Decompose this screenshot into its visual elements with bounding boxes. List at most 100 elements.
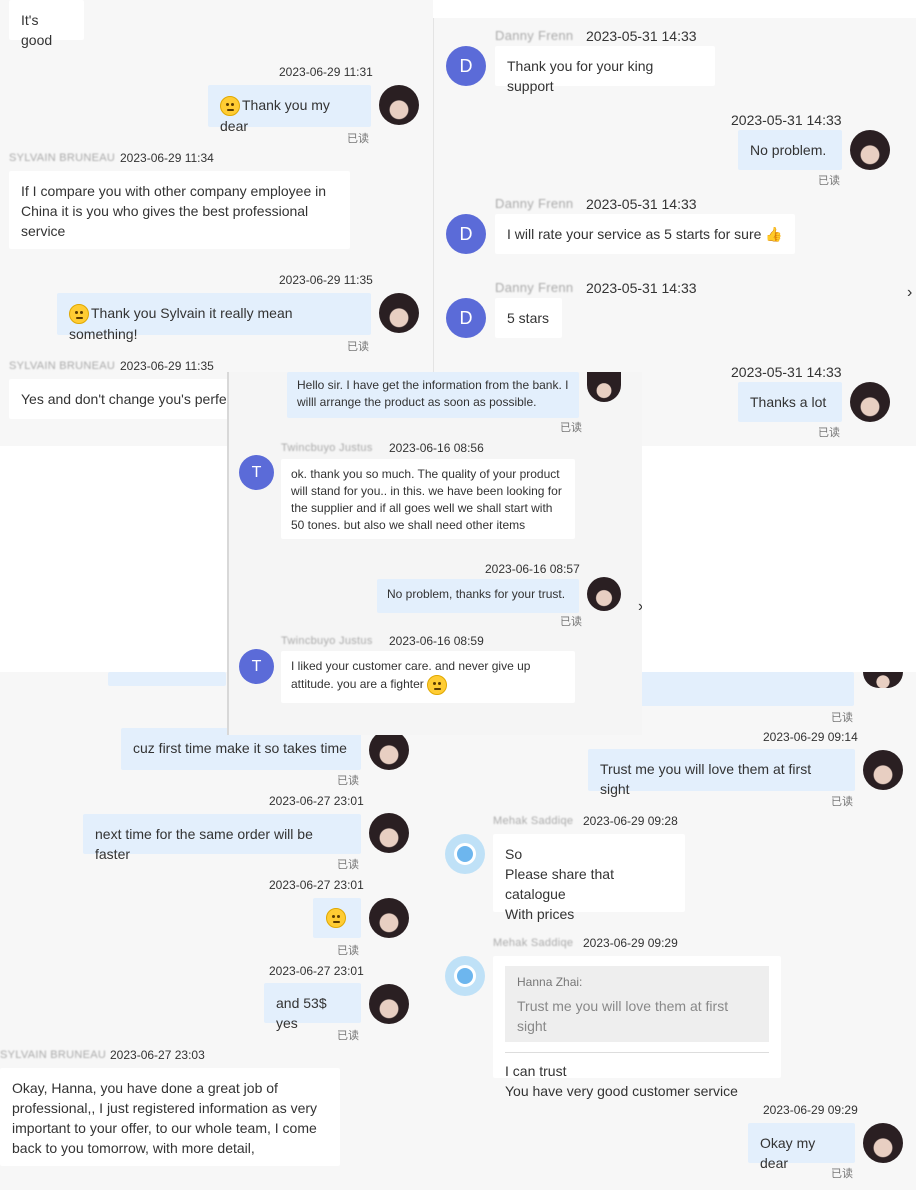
message-timestamp: 2023-06-27 23:01 [269,794,364,808]
message-bubble: and 53$ yes [264,983,361,1031]
sender-name: Danny Frenn [495,196,574,211]
avatar [369,898,409,938]
avatar [445,834,485,874]
message-text: It's good [21,12,53,48]
sender-name: SYLVAIN BRUNEAU [0,1049,107,1061]
message-timestamp: 2023-05-31 14:33 [586,196,697,212]
message-text: Trust me you will love them at first sig… [600,761,812,797]
message-bubble [640,672,854,706]
read-status: 已读 [347,341,369,353]
avatar [445,956,485,996]
sender-name: Twincbuyo Justus [281,442,373,454]
message-text: 5 stars [507,310,550,326]
sender-name: Danny Frenn [495,280,574,295]
message-text: Thank you for your king support [507,58,654,94]
message-text: Yes and don't change you's perfec [21,391,234,407]
message-text: ok. thank you so much. The quality of yo… [291,467,562,532]
message-bubble: Thank you my dear [208,85,371,134]
message-timestamp: 2023-06-29 09:29 [763,1103,858,1117]
message-line: Please share that catalogue [505,866,614,902]
avatar [379,85,419,125]
avatar [863,1123,903,1163]
chevron-right-icon[interactable]: › [638,598,642,616]
message-timestamp: 2023-06-16 08:59 [389,634,484,648]
read-status: 已读 [337,775,359,787]
message-bubble: So Please share that catalogue With pric… [493,834,685,922]
avatar [863,672,903,688]
avatar [369,730,409,770]
message-text: Okay, Hanna, you have done a great job o… [12,1080,318,1156]
avatar: D [446,46,486,86]
sender-name: Mehak Saddiqe [493,937,574,949]
message-bubble: Thank you for your king support [495,46,715,94]
read-status: 已读 [818,427,840,439]
message-bubble: next time for the same order will be fas… [83,814,361,862]
message-text: If I compare you with other company empl… [21,183,327,239]
message-timestamp: 2023-06-29 11:35 [279,273,373,287]
message-line: You have very good customer service [505,1083,738,1099]
message-timestamp: 2023-05-31 14:33 [586,280,697,296]
chevron-right-icon[interactable]: › [907,284,912,302]
message-bubble: No problem. [738,130,842,170]
message-bubble: No problem, thanks for your trust. [377,579,579,613]
read-status: 已读 [560,616,582,628]
avatar [369,813,409,853]
emoji-icon [220,96,240,117]
message-text: Okay my dear [760,1135,816,1171]
read-status: 已读 [347,133,369,145]
read-status: 已读 [337,1030,359,1042]
message-timestamp: 2023-05-31 14:33 [731,364,842,380]
avatar: T [239,455,274,490]
read-status: 已读 [831,712,853,724]
message-timestamp: 2023-06-29 11:34 [120,151,214,165]
avatar: D [446,214,486,254]
message-bubble: Hanna Zhai: Trust me you will love them … [493,956,781,1099]
emoji-icon [427,675,448,695]
message-bubble: Trust me you will love them at first sig… [588,749,855,797]
sender-name: SYLVAIN BRUNEAU [9,360,116,372]
message-timestamp: 2023-06-27 23:01 [269,964,364,978]
message-bubble: Thank you Sylvain it really mean somethi… [57,293,371,342]
message-timestamp: 2023-05-31 14:33 [586,28,697,44]
message-bubble: If I compare you with other company empl… [9,171,350,249]
avatar [587,372,621,402]
message-timestamp: 2023-06-29 09:28 [583,814,678,828]
message-text: No problem. [750,142,827,158]
message-text: cuz first time make it so takes time [133,740,347,756]
read-status: 已读 [560,422,582,434]
message-text: No problem, thanks for your trust. [387,587,566,601]
message-timestamp: 2023-06-27 23:01 [269,878,364,892]
message-timestamp: 2023-06-29 09:29 [583,936,678,950]
emoji-icon [69,304,89,325]
read-status: 已读 [818,175,840,187]
message-text: Thank you Sylvain it really mean somethi… [69,305,293,343]
avatar [369,984,409,1024]
message-text: I will rate your service as 5 starts for… [507,226,783,242]
message-bubble: Hello sir. I have get the information fr… [287,372,579,418]
message-bubble: Thanks a lot [738,382,842,422]
read-status: 已读 [831,1168,853,1180]
message-bubble [108,672,226,686]
quoted-message: Hanna Zhai: Trust me you will love them … [505,966,769,1042]
read-status: 已读 [337,945,359,957]
message-timestamp: 2023-05-31 14:33 [731,112,842,128]
avatar [850,130,890,170]
divider [505,1052,769,1053]
message-timestamp: 2023-06-29 09:14 [763,730,858,744]
message-line: I can trust [505,1063,567,1079]
message-text: next time for the same order will be fas… [95,826,313,862]
sender-name: Danny Frenn [495,28,574,43]
emoji-icon [326,908,346,929]
message-bubble: I liked your customer care. and never gi… [281,651,575,703]
sender-name: Mehak Saddiqe [493,815,574,827]
avatar [850,382,890,422]
message-line: So [505,846,523,862]
read-status: 已读 [831,796,853,808]
message-timestamp: 2023-06-16 08:57 [485,562,580,576]
chat-panel-middle-overlay: Hello sir. I have get the information fr… [227,372,642,735]
read-status: 已读 [337,859,359,871]
avatar: T [239,649,274,684]
message-bubble [313,898,361,938]
message-bubble: ok. thank you so much. The quality of yo… [281,459,575,539]
sender-name: Twincbuyo Justus [281,635,373,647]
